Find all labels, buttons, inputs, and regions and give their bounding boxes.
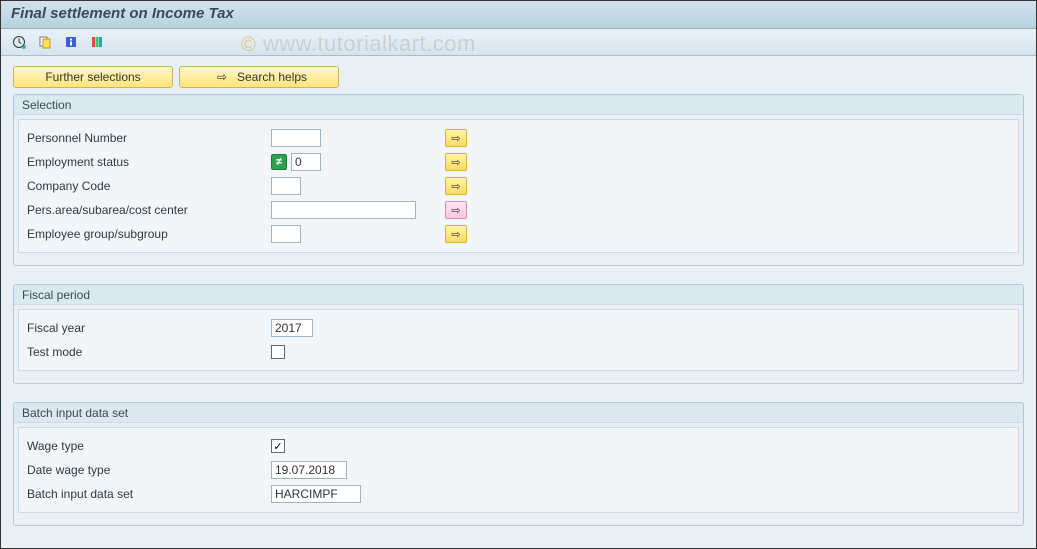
wage-type-label: Wage type	[27, 439, 267, 453]
arrow-right-icon: ⇨	[451, 228, 460, 241]
company-code-label: Company Code	[27, 179, 267, 193]
fiscal-period-title: Fiscal period	[14, 285, 1023, 305]
further-selections-label: Further selections	[45, 70, 140, 84]
arrow-right-icon: ⇨	[451, 204, 460, 217]
personnel-number-input[interactable]	[271, 129, 321, 147]
pers-area-row: Pers.area/subarea/cost center ⇨	[27, 198, 1010, 222]
date-wage-type-label: Date wage type	[27, 463, 267, 477]
fiscal-period-body: Fiscal year Test mode	[18, 309, 1019, 371]
batch-input-body: Wage type ✓ Date wage type Batch input d…	[18, 427, 1019, 513]
variant-icon	[38, 35, 52, 49]
info-icon	[64, 35, 78, 49]
titlebar: Final settlement on Income Tax	[1, 1, 1036, 29]
arrow-right-icon: ⇨	[451, 180, 460, 193]
personnel-number-label: Personnel Number	[27, 131, 267, 145]
personnel-number-multi-button[interactable]: ⇨	[445, 129, 467, 147]
not-equal-icon: ≠	[271, 154, 287, 170]
company-code-row: Company Code ⇨	[27, 174, 1010, 198]
employment-status-input[interactable]	[291, 153, 321, 171]
fiscal-period-group: Fiscal period Fiscal year Test mode	[13, 284, 1024, 384]
fiscal-year-row: Fiscal year	[27, 316, 1010, 340]
employment-status-multi-button[interactable]: ⇨	[445, 153, 467, 171]
variant-button[interactable]	[35, 32, 55, 52]
date-wage-type-input[interactable]	[271, 461, 347, 479]
search-helps-button[interactable]: ⇨ Search helps	[179, 66, 339, 88]
clock-execute-icon	[12, 35, 26, 49]
content-area: Further selections ⇨ Search helps Select…	[1, 56, 1036, 549]
layout-icon	[90, 35, 104, 49]
info-button[interactable]	[61, 32, 81, 52]
selection-group: Selection Personnel Number ⇨ Employment …	[13, 94, 1024, 266]
wage-type-checkbox[interactable]: ✓	[271, 439, 285, 453]
arrow-right-icon: ⇨	[451, 156, 460, 169]
batch-input-set-row: Batch input data set	[27, 482, 1010, 506]
page-title: Final settlement on Income Tax	[11, 5, 1026, 22]
personnel-number-row: Personnel Number ⇨	[27, 126, 1010, 150]
employment-status-row: Employment status ≠ ⇨	[27, 150, 1010, 174]
fiscal-year-label: Fiscal year	[27, 321, 267, 335]
arrow-right-icon: ⇨	[217, 70, 227, 84]
employee-group-input[interactable]	[271, 225, 301, 243]
pers-area-input[interactable]	[271, 201, 416, 219]
employment-status-label: Employment status	[27, 155, 267, 169]
execute-button[interactable]	[9, 32, 29, 52]
wage-type-row: Wage type ✓	[27, 434, 1010, 458]
fiscal-year-input[interactable]	[271, 319, 313, 337]
date-wage-type-row: Date wage type	[27, 458, 1010, 482]
company-code-multi-button[interactable]: ⇨	[445, 177, 467, 195]
selection-group-title: Selection	[14, 95, 1023, 115]
further-selections-button[interactable]: Further selections	[13, 66, 173, 88]
arrow-right-icon: ⇨	[451, 132, 460, 145]
pers-area-multi-button[interactable]: ⇨	[445, 201, 467, 219]
employee-group-label: Employee group/subgroup	[27, 227, 267, 241]
batch-input-set-input[interactable]	[271, 485, 361, 503]
pers-area-label: Pers.area/subarea/cost center	[27, 203, 267, 217]
employee-group-row: Employee group/subgroup ⇨	[27, 222, 1010, 246]
company-code-input[interactable]	[271, 177, 301, 195]
test-mode-checkbox[interactable]	[271, 345, 285, 359]
check-icon: ✓	[273, 440, 282, 453]
app-toolbar	[1, 29, 1036, 56]
sap-window: Final settlement on Income Tax	[0, 0, 1037, 549]
test-mode-label: Test mode	[27, 345, 267, 359]
batch-input-group: Batch input data set Wage type ✓ Date wa…	[13, 402, 1024, 526]
selection-group-body: Personnel Number ⇨ Employment status ≠ ⇨	[18, 119, 1019, 253]
test-mode-row: Test mode	[27, 340, 1010, 364]
batch-input-set-label: Batch input data set	[27, 487, 267, 501]
employee-group-multi-button[interactable]: ⇨	[445, 225, 467, 243]
layout-button[interactable]	[87, 32, 107, 52]
selection-buttons-row: Further selections ⇨ Search helps	[13, 66, 1024, 88]
batch-input-title: Batch input data set	[14, 403, 1023, 423]
search-helps-label: Search helps	[237, 70, 307, 84]
